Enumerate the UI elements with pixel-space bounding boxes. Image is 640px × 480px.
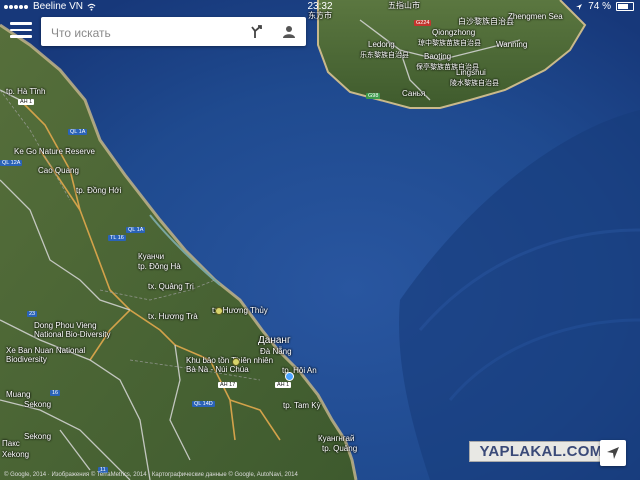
- road-shield: AH 1: [18, 99, 35, 105]
- place-label: tp. Tam Kỳ: [283, 401, 321, 410]
- place-label: 陵水黎族自治县: [450, 80, 499, 87]
- place-label: 白沙黎族自治县: [458, 17, 514, 26]
- my-location-button[interactable]: [600, 440, 626, 466]
- status-time: 23:32: [307, 1, 333, 12]
- hamburger-menu-icon[interactable]: [10, 22, 32, 40]
- place-label: Санья: [402, 89, 426, 98]
- place-label: tp. Đông Hà: [138, 262, 181, 271]
- map-copyright: © Google, 2014 · Изображения © TerraMetr…: [4, 472, 298, 478]
- place-label: tp. Đồng Hới: [76, 186, 122, 195]
- road-shield: QL 14D: [192, 401, 215, 407]
- place-label: Qiongzhong: [432, 28, 476, 37]
- place-label: Xe Ban Nuan National Biodiversity: [6, 346, 86, 364]
- status-bar: Beeline VN 23:32 74 %: [0, 0, 640, 14]
- place-label: Sekong: [24, 432, 52, 441]
- place-label: Куангнгай: [318, 434, 355, 443]
- place-label: Ke Go Nature Reserve: [14, 147, 95, 156]
- battery-icon: [616, 2, 634, 11]
- place-label: 琼中黎族苗族自治县: [418, 40, 481, 47]
- road-shield: TL 16: [108, 235, 126, 241]
- place-label: Muang: [6, 390, 31, 399]
- road-shield: G224: [414, 20, 432, 26]
- place-label: Ledong: [368, 40, 395, 49]
- search-box[interactable]: [41, 17, 306, 46]
- road-shield: QL 1A: [126, 227, 146, 233]
- battery-percent: 74 %: [588, 1, 611, 12]
- current-location-dot: [285, 372, 294, 381]
- poi-marker[interactable]: [215, 307, 223, 315]
- location-arrow-icon: [607, 447, 619, 459]
- road-shield: QL 12A: [0, 160, 23, 166]
- place-label: tp. Quảng: [322, 444, 358, 453]
- road-shield: G98: [366, 93, 381, 99]
- place-label: Куанчи: [138, 252, 165, 261]
- place-label: Đà Nẵng: [260, 347, 292, 356]
- place-label: Dong Phou Vieng National Bio-Diversity: [34, 321, 111, 339]
- watermark: YAPLAKAL.COM: [469, 441, 613, 462]
- place-label: tx. Hương Trà: [148, 312, 198, 321]
- directions-icon[interactable]: [250, 24, 266, 40]
- place-label: Дананг: [258, 335, 291, 346]
- search-input[interactable]: [49, 23, 243, 42]
- poi-marker[interactable]: [232, 358, 240, 366]
- place-label: tx. Quảng Trị: [148, 282, 194, 291]
- place-label: Sekong: [24, 400, 52, 409]
- road-shield: QL 1A: [68, 129, 88, 135]
- place-label: Lingshui: [456, 68, 486, 77]
- place-label: tp. Hà Tĩnh: [6, 87, 46, 96]
- road-shield: 16: [50, 390, 61, 396]
- place-label: Пакс: [2, 439, 20, 448]
- place-label: Xekong: [2, 450, 30, 459]
- place-label: 乐东黎族自治县: [360, 52, 409, 59]
- road-shield: AH 17: [218, 382, 238, 388]
- road-shield: 23: [27, 311, 38, 317]
- place-label: Wanning: [496, 40, 528, 49]
- location-arrow-icon: [576, 3, 583, 10]
- account-icon[interactable]: [281, 24, 297, 40]
- road-shield: AH 1: [275, 382, 292, 388]
- place-label: Cao Quang: [38, 166, 79, 175]
- place-label: Baoting: [424, 52, 452, 61]
